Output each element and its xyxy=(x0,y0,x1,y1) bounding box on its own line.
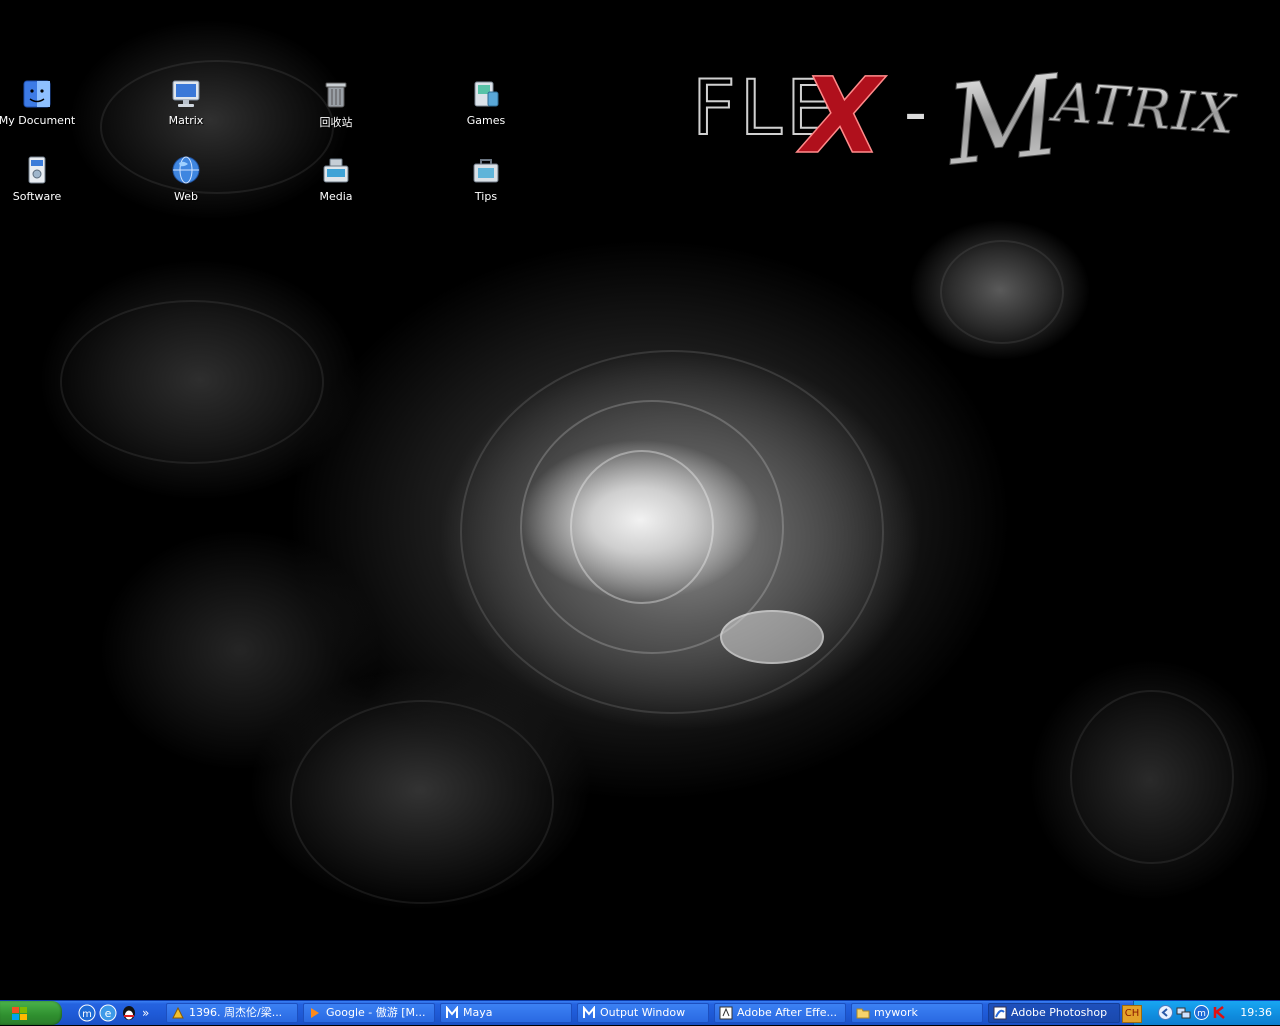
language-indicator[interactable]: CH xyxy=(1122,1005,1142,1023)
wallpaper-ring xyxy=(720,610,824,664)
logo-text-atrix: ATRIX xyxy=(1047,70,1239,146)
desktop-icon-label: Software xyxy=(12,190,62,203)
logo-text-x: X xyxy=(796,55,887,177)
taskbar: m e » 1396. 周杰伦/梁... Google - 傲游 [M... M… xyxy=(0,1000,1280,1025)
svg-text:m: m xyxy=(1197,1009,1206,1019)
maya-icon xyxy=(582,1005,596,1020)
photoshop-icon xyxy=(993,1006,1007,1020)
task-label: mywork xyxy=(874,1006,918,1019)
desktop-icon-tips[interactable]: Tips xyxy=(446,154,526,218)
qq-icon[interactable] xyxy=(120,1004,138,1022)
computer-icon xyxy=(170,78,202,110)
trash-icon xyxy=(320,78,352,110)
toolbox-icon xyxy=(470,154,502,186)
desktop-icon-games[interactable]: Games xyxy=(446,78,526,142)
folder-icon xyxy=(856,1006,870,1020)
task-button-photoshop[interactable]: Adobe Photoshop xyxy=(988,1003,1120,1023)
games-icon xyxy=(470,78,502,110)
desktop[interactable]: My Document Matrix 回收站 Games Software We… xyxy=(0,0,1280,1000)
kaspersky-icon[interactable] xyxy=(1212,1005,1227,1020)
task-button-after-effects[interactable]: Adobe After Effe... xyxy=(714,1003,846,1023)
desktop-icon-my-document[interactable]: My Document xyxy=(0,78,77,142)
media-icon xyxy=(320,154,352,186)
task-label: Adobe After Effe... xyxy=(737,1006,837,1019)
desktop-icon-label: Matrix xyxy=(168,114,204,127)
desktop-icon-label: Media xyxy=(319,190,353,203)
back-arrow-icon[interactable] xyxy=(1158,1005,1173,1020)
wallpaper-ring xyxy=(940,240,1064,344)
browser-icon xyxy=(308,1006,322,1020)
svg-text:e: e xyxy=(105,1007,112,1020)
svg-text:m: m xyxy=(82,1009,92,1020)
maxthon-icon[interactable]: m xyxy=(78,1004,96,1022)
task-button-mywork[interactable]: mywork xyxy=(851,1003,983,1023)
task-button-browser[interactable]: Google - 傲游 [M... xyxy=(303,1003,435,1023)
maya-icon xyxy=(445,1005,459,1020)
windows-logo-icon xyxy=(12,1006,28,1020)
task-label: Adobe Photoshop xyxy=(1011,1006,1108,1019)
wallpaper-ring xyxy=(60,300,324,464)
task-label: 1396. 周杰伦/梁... xyxy=(189,1006,283,1019)
network-icon[interactable] xyxy=(1176,1005,1191,1020)
desktop-icon-software[interactable]: Software xyxy=(0,154,77,218)
desktop-icon-recycle-bin[interactable]: 回收站 xyxy=(296,78,376,142)
task-label: Output Window xyxy=(600,1006,686,1019)
wallpaper-ring xyxy=(1070,690,1234,864)
task-label: Maya xyxy=(463,1006,493,1019)
desktop-icon-label: Games xyxy=(466,114,506,127)
task-button-output-window[interactable]: Output Window xyxy=(577,1003,709,1023)
quick-launch-overflow[interactable]: » xyxy=(142,1004,156,1022)
task-button-music[interactable]: 1396. 周杰伦/梁... xyxy=(166,1003,298,1023)
desktop-icon-label: 回收站 xyxy=(319,116,353,129)
maxthon-icon[interactable]: m xyxy=(1194,1005,1209,1020)
finder-icon xyxy=(21,78,53,110)
desktop-icon-matrix[interactable]: Matrix xyxy=(146,78,226,142)
music-icon xyxy=(171,1006,185,1020)
desktop-icon-label: My Document xyxy=(0,114,76,127)
desktop-icon-web[interactable]: Web xyxy=(146,154,226,218)
task-button-maya[interactable]: Maya xyxy=(440,1003,572,1023)
desktop-icon-label: Tips xyxy=(474,190,498,203)
flex-matrix-logo: FLE X - M ATRIX xyxy=(691,50,1240,178)
wallpaper-ring xyxy=(460,350,884,714)
logo-text-m: M xyxy=(939,51,1069,178)
clock[interactable]: 19:36 xyxy=(1240,1001,1272,1025)
ie-icon[interactable]: e xyxy=(99,1004,117,1022)
wallpaper-ring xyxy=(290,700,554,904)
system-tray: CH m 19:36 xyxy=(1122,1001,1280,1025)
software-icon xyxy=(21,154,53,186)
task-label: Google - 傲游 [M... xyxy=(326,1006,426,1019)
start-button[interactable] xyxy=(0,1001,62,1025)
after-effects-icon xyxy=(719,1006,733,1020)
globe-icon xyxy=(170,154,202,186)
desktop-icon-media[interactable]: Media xyxy=(296,154,376,218)
logo-text-dash: - xyxy=(904,76,927,150)
desktop-icon-label: Web xyxy=(174,190,198,203)
